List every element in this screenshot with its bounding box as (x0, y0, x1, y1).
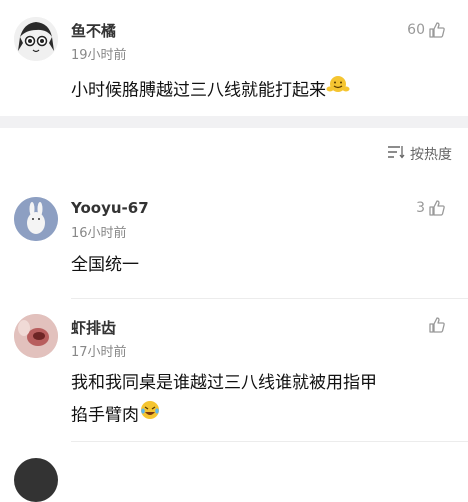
laughing-crying-emoji-icon (139, 399, 161, 432)
sort-button[interactable]: 按热度 (387, 144, 452, 164)
avatar[interactable] (14, 197, 58, 241)
avatar[interactable] (14, 17, 58, 61)
sort-label: 按热度 (410, 147, 452, 163)
comment-item: 鱼不橘 19小时前 60 小时候胳膊越过三八线就能打起来 (0, 0, 468, 116)
hug-emoji-icon (326, 74, 350, 107)
username[interactable]: 虾排齿 (71, 317, 116, 338)
like-count: 3 (416, 200, 425, 216)
like-count: 60 (407, 22, 425, 38)
section-divider (0, 116, 468, 128)
avatar[interactable] (14, 314, 58, 358)
like-button[interactable] (428, 316, 446, 334)
timestamp: 16小时前 (71, 226, 127, 241)
divider (71, 441, 468, 442)
like-button[interactable]: 60 (407, 21, 446, 39)
sort-lines-icon (387, 145, 405, 163)
comment-text: 我和我同桌是谁越过三八线谁就被用指甲 掐手臂肉 (71, 368, 461, 432)
thumbs-up-icon (428, 199, 446, 217)
comment-text: 全国统一 (71, 255, 139, 275)
comment-text-line: 掐手臂肉 (71, 399, 461, 432)
like-button[interactable]: 3 (416, 199, 446, 217)
comment-item: 虾排齿 17小时前 我和我同桌是谁越过三八线谁就被用指甲 掐手臂肉 (0, 306, 468, 456)
thumbs-up-icon (428, 21, 446, 39)
username[interactable]: Yooyu-67 (71, 199, 149, 217)
comment-item: Yooyu-67 16小时前 3 全国统一 (0, 190, 468, 298)
timestamp: 17小时前 (71, 345, 127, 360)
comment-text: 小时候胳膊越过三八线就能打起来 (71, 74, 461, 107)
comment-text-line: 我和我同桌是谁越过三八线谁就被用指甲 (71, 373, 377, 393)
timestamp: 19小时前 (71, 48, 127, 63)
thumbs-up-icon (428, 316, 446, 334)
divider (71, 298, 468, 299)
username[interactable]: 鱼不橘 (71, 20, 116, 41)
